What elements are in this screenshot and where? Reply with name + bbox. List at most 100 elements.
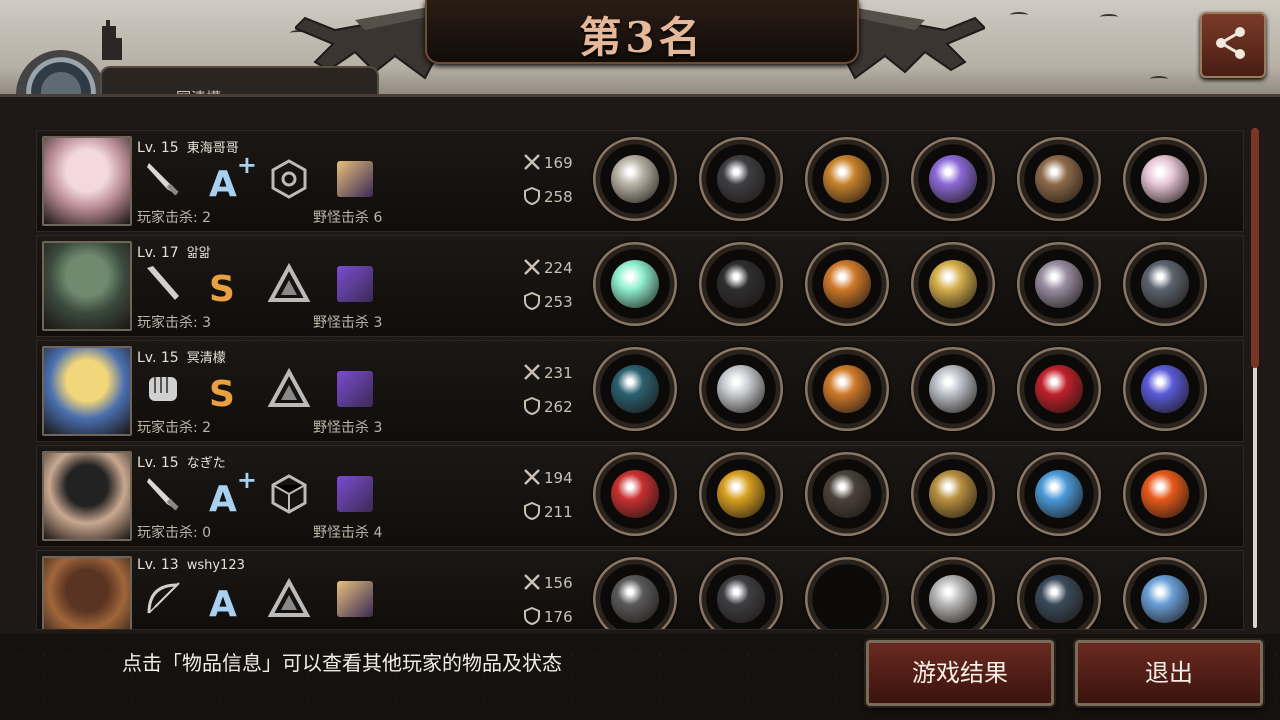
monster-kills-label: 野怪击杀	[313, 315, 369, 331]
equipment-item-icon	[929, 260, 977, 308]
item-slot[interactable]	[593, 557, 677, 629]
player-row[interactable]: Lv. 15 冥清檬 S 玩家击杀: 2 野怪击杀 3 231 262	[36, 340, 1244, 442]
equipment-item-icon	[1141, 260, 1189, 308]
character-portrait[interactable]	[42, 346, 132, 436]
player-kills-label: 玩家击杀:	[137, 420, 198, 436]
monster-kills: 野怪击杀 3	[313, 417, 382, 437]
item-slot[interactable]	[805, 557, 889, 629]
grade-letter: S	[209, 269, 235, 310]
monster-kills-value: 4	[373, 525, 383, 541]
triangle-rune-icon	[267, 577, 311, 617]
item-slot[interactable]	[593, 137, 677, 221]
bird-icon	[1150, 76, 1168, 82]
monster-kills-label: 野怪击杀	[313, 525, 369, 541]
item-slot[interactable]	[805, 242, 889, 326]
player-row[interactable]: Lv. 13 wshy123 A 玩家击杀: 野怪击杀 156 176	[36, 550, 1244, 630]
grade-plus: +	[236, 466, 257, 494]
equipment-item-icon	[1141, 365, 1189, 413]
item-slot[interactable]	[699, 242, 783, 326]
shield-icon	[524, 291, 540, 311]
monster-kills-value: 3	[373, 420, 383, 436]
grade-letter: S	[209, 374, 235, 415]
item-slot[interactable]	[805, 137, 889, 221]
attack-stat: 156	[523, 573, 573, 592]
defense-value: 176	[544, 608, 573, 626]
monster-kills: 野怪击杀 3	[313, 312, 382, 332]
trait-badge-icon	[337, 161, 373, 197]
grade-badge: A+	[209, 466, 257, 522]
item-slot[interactable]	[805, 452, 889, 536]
exit-button[interactable]: 退出	[1075, 640, 1263, 706]
share-icon	[1216, 27, 1245, 59]
character-portrait[interactable]	[42, 241, 132, 331]
equipment-item-icon	[717, 260, 765, 308]
monster-kills-value: 3	[373, 315, 383, 331]
defense-stat: 258	[523, 186, 573, 206]
share-button[interactable]	[1200, 12, 1266, 78]
item-slot[interactable]	[1123, 242, 1207, 326]
knife-icon	[147, 478, 179, 511]
attack-value: 194	[544, 469, 573, 487]
item-slot[interactable]	[1017, 452, 1101, 536]
monster-kills-value: 6	[373, 210, 383, 226]
item-slot[interactable]	[1017, 137, 1101, 221]
hex-node-icon	[271, 159, 307, 199]
character-portrait[interactable]	[42, 136, 132, 226]
item-slot[interactable]	[911, 557, 995, 629]
bird-icon	[1010, 12, 1028, 18]
player-kills-value: 2	[202, 210, 212, 226]
item-slot[interactable]	[911, 452, 995, 536]
item-slot[interactable]	[911, 137, 995, 221]
trait-badge-icon	[337, 581, 373, 617]
scrollbar-thumb[interactable]	[1251, 128, 1259, 368]
defense-value: 258	[544, 188, 573, 206]
character-portrait[interactable]	[42, 451, 132, 541]
item-slot[interactable]	[805, 347, 889, 431]
defense-stat: 262	[523, 396, 573, 416]
crossed-swords-icon	[524, 154, 540, 170]
player-kills: 玩家击杀: 3	[137, 312, 211, 332]
item-slot[interactable]	[1017, 242, 1101, 326]
player-kills: 玩家击杀: 2	[137, 417, 211, 437]
equipment-item-icon	[929, 155, 977, 203]
player-row[interactable]: Lv. 17 앎앎 S 玩家击杀: 3 野怪击杀 3 224 253	[36, 235, 1244, 337]
item-slot[interactable]	[1123, 347, 1207, 431]
player-name: wshy123	[186, 558, 245, 573]
player-row[interactable]: Lv. 15 東海哥哥 A+ 玩家击杀: 2 野怪击杀 6 169 258	[36, 130, 1244, 232]
item-slot[interactable]	[1017, 557, 1101, 629]
equipment-item-icon	[929, 575, 977, 623]
shield-icon	[524, 396, 540, 416]
item-slot[interactable]	[699, 557, 783, 629]
item-slot[interactable]	[593, 242, 677, 326]
item-slot[interactable]	[1123, 557, 1207, 629]
triangle-rune-icon	[267, 262, 311, 302]
monster-kills: 野怪击杀	[313, 627, 369, 629]
character-portrait[interactable]	[42, 556, 132, 629]
player-kills-value: 3	[202, 315, 212, 331]
attack-value: 224	[544, 259, 573, 277]
equipment-item-icon	[611, 470, 659, 518]
grade-plus: +	[236, 151, 257, 179]
item-slot[interactable]	[699, 347, 783, 431]
crossed-swords-icon	[524, 469, 540, 485]
equipment-item-icon	[929, 470, 977, 518]
attack-stat: 231	[523, 363, 573, 382]
item-slot[interactable]	[1123, 137, 1207, 221]
item-slot[interactable]	[1017, 347, 1101, 431]
monster-kills-label: 野怪击杀	[313, 420, 369, 436]
item-slot[interactable]	[593, 452, 677, 536]
player-row[interactable]: Lv. 15 なぎた A+ 玩家击杀: 0 野怪击杀 4 194 211	[36, 445, 1244, 547]
item-slot[interactable]	[699, 137, 783, 221]
rank-title-plate: 第3名	[425, 0, 859, 64]
tower-silhouette-icon	[102, 20, 122, 60]
knife-icon	[147, 163, 179, 196]
equipment-item-icon	[1035, 575, 1083, 623]
grade-badge: S	[209, 258, 235, 312]
item-slot[interactable]	[911, 242, 995, 326]
item-slot[interactable]	[699, 452, 783, 536]
item-slot[interactable]	[911, 347, 995, 431]
item-slot[interactable]	[1123, 452, 1207, 536]
trait-badge-icon	[337, 371, 373, 407]
item-slot[interactable]	[593, 347, 677, 431]
game-result-button[interactable]: 游戏结果	[866, 640, 1054, 706]
